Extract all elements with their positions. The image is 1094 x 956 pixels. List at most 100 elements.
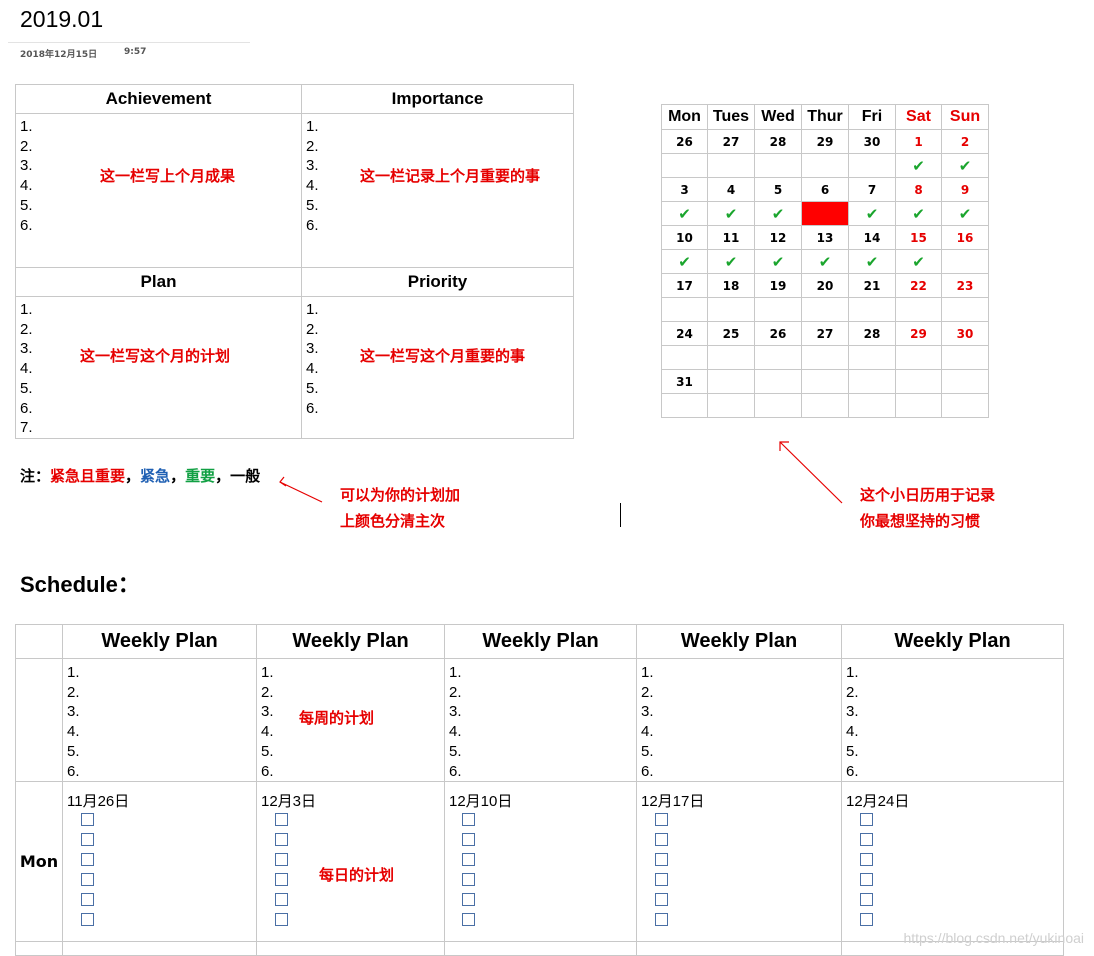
cal-date-cell[interactable]: 10 [661, 225, 708, 250]
cal-date-cell[interactable]: 25 [707, 321, 755, 346]
todo-checkbox[interactable] [275, 853, 288, 867]
daily-plan-cell[interactable]: 12月3日 每日的计划 [256, 781, 445, 943]
cal-check-cell[interactable]: ✔ [754, 201, 802, 226]
cal-date-cell[interactable]: 18 [707, 273, 755, 298]
cal-date-cell[interactable]: 28 [848, 321, 896, 346]
weekly-plan-cell[interactable]: 1. 2. 3. 4. 5. 6. 每周的计划 [256, 657, 445, 783]
cal-date-cell[interactable]: 11 [707, 225, 755, 250]
daily-plan-cell[interactable]: 12月10日 [444, 781, 637, 943]
cal-date-cell[interactable]: 26 [661, 129, 708, 154]
cal-check-cell[interactable] [754, 297, 802, 322]
cal-check-cell[interactable]: ✔ [941, 201, 989, 226]
cal-date-cell[interactable]: 19 [754, 273, 802, 298]
daily-plan-cell[interactable]: 12月24日 [841, 781, 1064, 943]
todo-checkbox[interactable] [462, 813, 475, 827]
cal-date-cell[interactable]: 4 [707, 177, 755, 202]
todo-checkbox[interactable] [655, 893, 668, 907]
cal-date-cell[interactable]: 15 [895, 225, 942, 250]
todo-checkbox[interactable] [860, 853, 873, 867]
cal-check-cell[interactable] [895, 393, 942, 418]
cal-date-cell[interactable]: 16 [941, 225, 989, 250]
cal-date-cell[interactable]: 21 [848, 273, 896, 298]
cal-date-cell[interactable]: 13 [801, 225, 849, 250]
cal-check-cell[interactable]: ✔ [895, 249, 942, 274]
cal-check-cell[interactable]: ✔ [801, 249, 849, 274]
weekly-plan-cell[interactable]: 1. 2. 3. 4. 5. 6. [841, 657, 1064, 783]
todo-checkbox[interactable] [275, 873, 288, 887]
daily-plan-cell[interactable]: 12月17日 [636, 781, 842, 943]
cal-check-cell[interactable]: ✔ [848, 249, 896, 274]
cal-check-cell[interactable] [707, 345, 755, 370]
cal-date-cell[interactable]: 1 [895, 129, 942, 154]
todo-checkbox[interactable] [275, 833, 288, 847]
todo-checkbox[interactable] [81, 913, 94, 927]
todo-checkbox[interactable] [462, 853, 475, 867]
todo-checkbox[interactable] [275, 913, 288, 927]
cal-check-cell[interactable] [801, 153, 849, 178]
todo-checkbox[interactable] [81, 833, 94, 847]
cal-date-cell[interactable]: 2 [941, 129, 989, 154]
weekly-plan-cell[interactable]: 1. 2. 3. 4. 5. 6. [636, 657, 842, 783]
todo-checkbox[interactable] [81, 893, 94, 907]
todo-checkbox[interactable] [462, 873, 475, 887]
cal-date-cell[interactable]: 26 [754, 321, 802, 346]
cal-check-cell[interactable] [707, 153, 755, 178]
cal-check-cell[interactable] [895, 297, 942, 322]
weekly-plan-cell[interactable]: 1. 2. 3. 4. 5. 6. [62, 657, 257, 783]
todo-checkbox[interactable] [860, 833, 873, 847]
cal-check-cell[interactable]: ✔ [661, 249, 708, 274]
cal-check-cell[interactable]: ✔ [848, 201, 896, 226]
cal-date-cell[interactable] [941, 369, 989, 394]
cal-date-cell[interactable]: 5 [754, 177, 802, 202]
cal-check-cell[interactable] [941, 249, 989, 274]
cal-check-cell[interactable] [848, 153, 896, 178]
cal-check-cell[interactable] [661, 345, 708, 370]
cal-date-cell[interactable]: 29 [801, 129, 849, 154]
cal-date-cell[interactable]: 7 [848, 177, 896, 202]
achievement-cell[interactable]: 1. 2. 3. 4. 5. 6. 这一栏写上个月成果 [15, 113, 302, 268]
cal-date-cell[interactable]: 27 [707, 129, 755, 154]
cal-check-cell[interactable] [754, 345, 802, 370]
cal-check-cell[interactable]: ✔ [754, 249, 802, 274]
todo-checkbox[interactable] [860, 873, 873, 887]
cal-date-cell[interactable]: 20 [801, 273, 849, 298]
cal-date-cell[interactable] [848, 369, 896, 394]
cal-check-cell[interactable] [754, 393, 802, 418]
cal-check-cell[interactable] [661, 393, 708, 418]
todo-checkbox[interactable] [81, 873, 94, 887]
daily-plan-cell[interactable]: 11月26日 [62, 781, 257, 943]
todo-checkbox[interactable] [860, 893, 873, 907]
cal-check-cell[interactable] [754, 153, 802, 178]
todo-checkbox[interactable] [275, 813, 288, 827]
todo-checkbox[interactable] [655, 853, 668, 867]
cal-check-cell[interactable] [801, 297, 849, 322]
cal-check-cell[interactable]: ✔ [895, 153, 942, 178]
cal-date-cell[interactable]: 31 [661, 369, 708, 394]
cal-date-cell[interactable]: 23 [941, 273, 989, 298]
cal-check-cell[interactable]: ✔ [895, 201, 942, 226]
todo-checkbox[interactable] [81, 853, 94, 867]
cal-check-cell[interactable] [707, 297, 755, 322]
cal-date-cell[interactable]: 24 [661, 321, 708, 346]
importance-cell[interactable]: 1. 2. 3. 4. 5. 6. 这一栏记录上个月重要的事 [301, 113, 574, 268]
todo-checkbox[interactable] [655, 873, 668, 887]
todo-checkbox[interactable] [655, 913, 668, 927]
cal-check-cell[interactable] [941, 297, 989, 322]
cal-date-cell[interactable] [754, 369, 802, 394]
cal-date-cell[interactable]: 8 [895, 177, 942, 202]
cal-check-cell[interactable] [941, 393, 989, 418]
cal-check-cell[interactable] [941, 345, 989, 370]
cal-date-cell[interactable]: 6 [801, 177, 849, 202]
cal-date-cell[interactable]: 30 [848, 129, 896, 154]
cal-check-cell[interactable] [661, 297, 708, 322]
cal-check-cell[interactable] [848, 297, 896, 322]
cal-date-cell[interactable]: 28 [754, 129, 802, 154]
cal-check-cell[interactable] [801, 393, 849, 418]
cal-check-cell[interactable] [707, 393, 755, 418]
cal-date-cell[interactable]: 30 [941, 321, 989, 346]
todo-checkbox[interactable] [860, 913, 873, 927]
weekly-plan-cell[interactable]: 1. 2. 3. 4. 5. 6. [444, 657, 637, 783]
cal-date-cell[interactable]: 29 [895, 321, 942, 346]
cal-date-cell[interactable]: 3 [661, 177, 708, 202]
todo-checkbox[interactable] [860, 813, 873, 827]
